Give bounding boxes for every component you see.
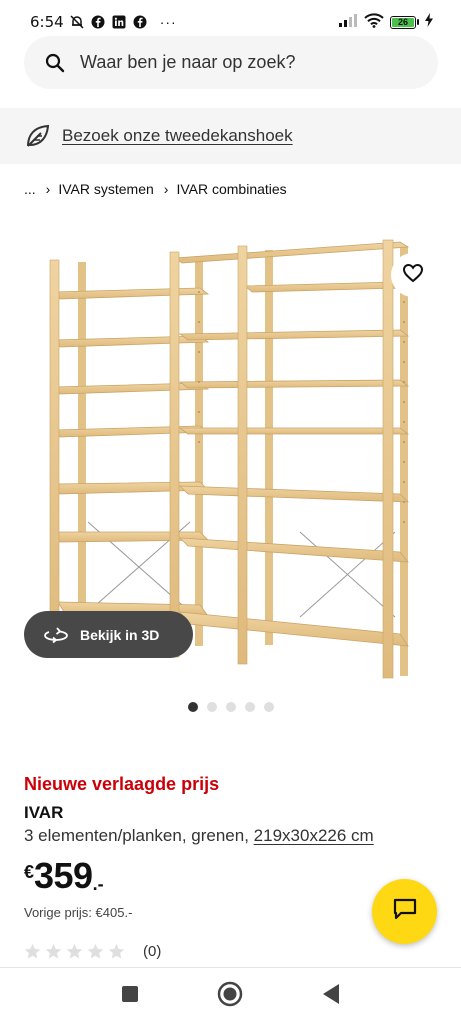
carousel-dot[interactable] bbox=[226, 702, 236, 712]
star-icon bbox=[66, 943, 83, 960]
view-3d-label: Bekijk in 3D bbox=[80, 626, 160, 643]
carousel-dot[interactable] bbox=[264, 702, 274, 712]
chevron-right-icon: › bbox=[163, 181, 169, 197]
recent-apps-button[interactable] bbox=[117, 983, 143, 1009]
product-name: IVAR bbox=[24, 803, 64, 822]
home-button[interactable] bbox=[217, 981, 243, 1012]
price-suffix: .- bbox=[92, 874, 104, 894]
star-icon bbox=[24, 943, 41, 960]
search-placeholder: Waar ben je naar op zoek? bbox=[80, 52, 296, 72]
leaf-icon bbox=[25, 123, 51, 149]
muted-bell-icon bbox=[70, 15, 85, 30]
chat-button[interactable] bbox=[372, 879, 437, 944]
product-description: 3 elementen/planken, grenen, 219x30x226 … bbox=[24, 826, 374, 846]
previous-price: Vorige prijs: €405.- bbox=[24, 905, 133, 920]
breadcrumb-item-ivar-combinaties[interactable]: IVAR combinaties bbox=[176, 181, 286, 197]
chat-icon bbox=[392, 897, 418, 926]
wifi-icon bbox=[364, 12, 384, 32]
status-time: 6:54 bbox=[30, 13, 64, 31]
facebook-icon bbox=[133, 15, 148, 30]
star-icon bbox=[108, 943, 125, 960]
heart-icon bbox=[402, 263, 424, 288]
back-triangle-icon bbox=[321, 983, 341, 1010]
carousel-dot[interactable] bbox=[207, 702, 217, 712]
carousel-dots bbox=[188, 702, 274, 712]
rotate-3d-icon bbox=[44, 623, 68, 647]
view-3d-button[interactable]: Bekijk in 3D bbox=[24, 611, 193, 658]
price-integer: 359 bbox=[34, 855, 93, 896]
battery-body: 26 bbox=[390, 15, 416, 29]
linkedin-icon bbox=[112, 15, 127, 30]
star-icon bbox=[87, 943, 104, 960]
carousel-dot[interactable] bbox=[245, 702, 255, 712]
facebook-icon bbox=[91, 15, 106, 30]
home-circle-icon bbox=[217, 981, 243, 1012]
system-nav-bar bbox=[0, 968, 461, 1024]
signal-icon bbox=[338, 13, 358, 31]
charging-icon bbox=[425, 13, 433, 31]
product-price: € 359 .- bbox=[24, 856, 104, 896]
breadcrumb-item-ivar-systemen[interactable]: IVAR systemen bbox=[58, 181, 153, 197]
status-left: 6:54 ··· bbox=[30, 13, 177, 31]
price-label: Nieuwe verlaagde prijs bbox=[24, 774, 220, 794]
back-button[interactable] bbox=[318, 983, 344, 1009]
favorite-button[interactable] bbox=[391, 253, 435, 297]
breadcrumb-ellipsis[interactable]: ... bbox=[24, 181, 36, 197]
product-dimensions-link[interactable]: 219x30x226 cm bbox=[254, 826, 374, 845]
battery-level: 26 bbox=[392, 17, 414, 27]
search-icon bbox=[44, 52, 66, 74]
second-chance-banner[interactable]: Bezoek onze tweedekanshoek bbox=[0, 108, 461, 164]
rating-count: (0) bbox=[143, 943, 162, 960]
status-right: 26 bbox=[338, 12, 433, 32]
second-chance-link[interactable]: Bezoek onze tweedekanshoek bbox=[62, 126, 293, 146]
rating[interactable]: (0) bbox=[24, 943, 161, 960]
product-description-text: 3 elementen/planken, grenen, bbox=[24, 826, 254, 845]
star-icon bbox=[45, 943, 62, 960]
square-icon bbox=[121, 985, 139, 1008]
breadcrumb: ... › IVAR systemen › IVAR combinaties bbox=[24, 178, 287, 200]
battery-tip bbox=[417, 19, 419, 25]
battery-icon: 26 bbox=[390, 15, 419, 29]
search-input[interactable]: Waar ben je naar op zoek? bbox=[24, 36, 438, 89]
carousel-dot[interactable] bbox=[188, 702, 198, 712]
more-dots-icon: ··· bbox=[159, 14, 177, 30]
price-currency: € bbox=[24, 862, 35, 882]
chevron-right-icon: › bbox=[45, 181, 51, 197]
